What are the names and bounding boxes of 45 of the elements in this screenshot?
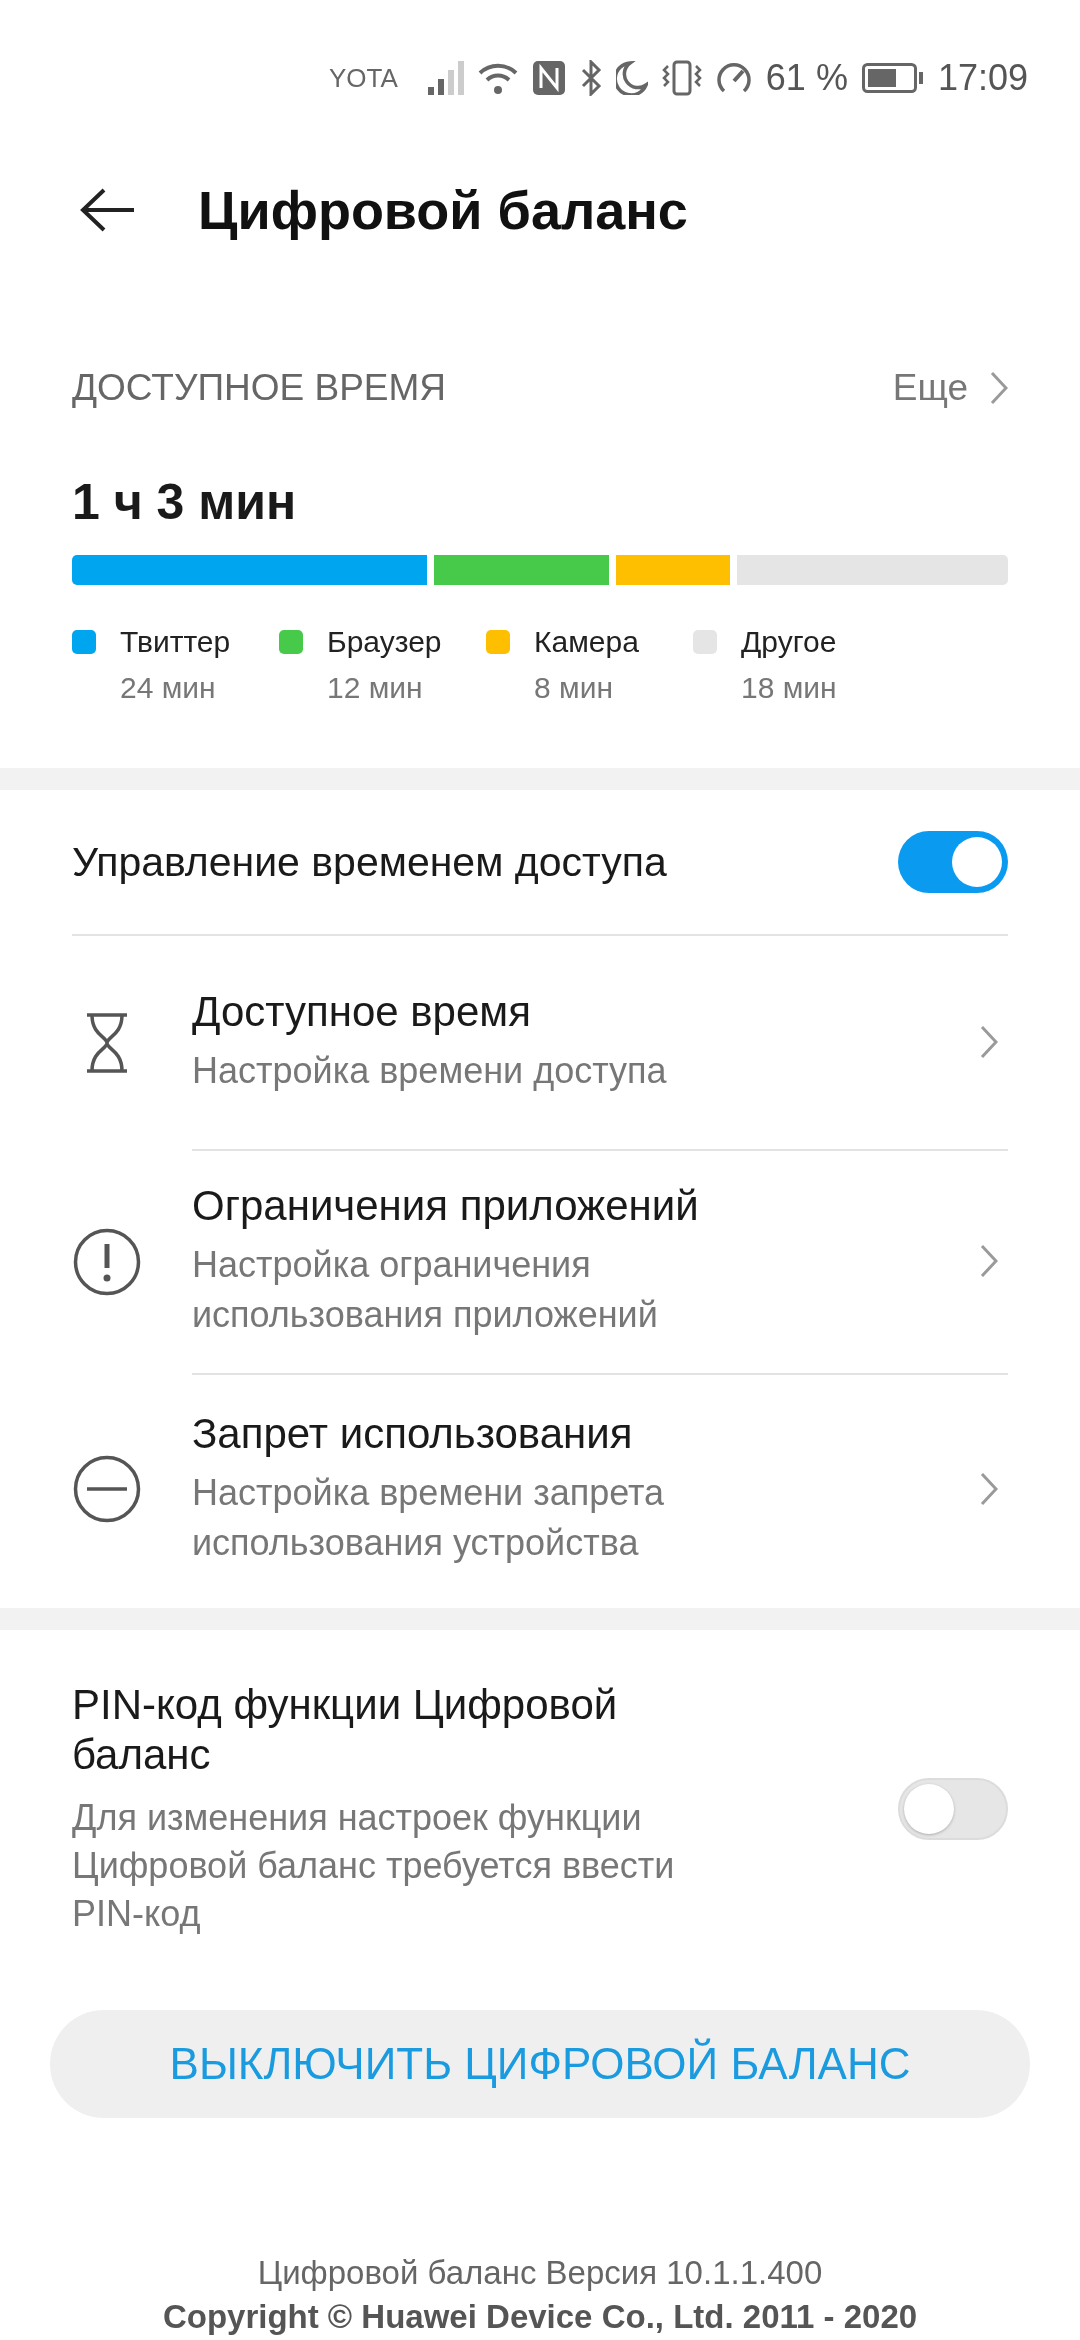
exclamation-circle-icon: [73, 1228, 141, 1296]
chevron-right-icon: [980, 1025, 998, 1059]
settings-item[interactable]: Ограничения приложений Настройка ограничения использования приложений: [0, 1150, 1080, 1374]
battery-icon: [861, 63, 924, 93]
app-name: Твиттер: [120, 625, 232, 659]
carrier-name: YOTA: [329, 62, 398, 94]
signal-icon: [427, 61, 464, 95]
back-arrow-icon[interactable]: [80, 188, 136, 232]
battery-percent: 61 %: [765, 57, 848, 99]
settings-item[interactable]: Доступное время Настройка времени доступа: [0, 936, 1080, 1150]
app-time: 18 мин: [741, 671, 838, 705]
setting-description: Для изменения настроек функции Цифровой баланс требуется ввести PIN-код: [72, 1796, 676, 1936]
setting-label: Управление временем доступа: [72, 838, 667, 886]
vibrate-icon: [661, 60, 702, 96]
app-time: 8 мин: [534, 671, 614, 705]
moon-icon: [615, 61, 648, 95]
bluetooth-icon: [579, 60, 602, 96]
speedometer-icon: [715, 61, 752, 95]
item-subtitle: Настройка ограничения использования приложений: [192, 1243, 659, 1337]
item-title: Запрет использования: [192, 1410, 634, 1458]
minus-circle-icon: [73, 1455, 141, 1523]
app-name: Другое: [741, 625, 838, 659]
nfc-icon: [531, 60, 566, 96]
app-time: 12 мин: [327, 671, 424, 705]
item-title: Ограничения приложений: [192, 1182, 700, 1230]
total-usage-time: 1 ч 3 мин: [72, 473, 298, 532]
item-subtitle: Настройка времени запрета использования устройства: [192, 1471, 666, 1565]
chevron-right-icon: [980, 1244, 998, 1278]
section-heading: ДОСТУПНОЕ ВРЕМЯ: [72, 367, 447, 409]
status-time: 17:09: [937, 57, 1028, 99]
item-subtitle: Настройка времени доступа: [192, 1049, 668, 1093]
app-time: 24 мин: [120, 671, 217, 705]
copyright-text: Copyright © Huawei Device Co., Ltd. 2011 - 2020: [162, 2298, 918, 2336]
version-text: Цифровой баланс Версия 10.1.1.400: [257, 2254, 823, 2292]
more-link[interactable]: Еще: [892, 367, 1008, 409]
chevron-right-icon: [980, 1472, 998, 1506]
chevron-right-icon: [990, 371, 1008, 405]
item-title: Доступное время: [192, 988, 532, 1036]
page-title: Цифровой баланс: [198, 179, 688, 241]
hourglass-icon: [85, 1013, 129, 1073]
settings-item[interactable]: Запрет использования Настройка времени запрета использования устройства: [0, 1374, 1080, 1604]
wifi-icon: [477, 61, 518, 95]
app-name: Браузер: [327, 625, 443, 659]
app-name: Камера: [534, 625, 640, 659]
setting-title: PIN-код функции Цифровой баланс: [72, 1680, 619, 1780]
